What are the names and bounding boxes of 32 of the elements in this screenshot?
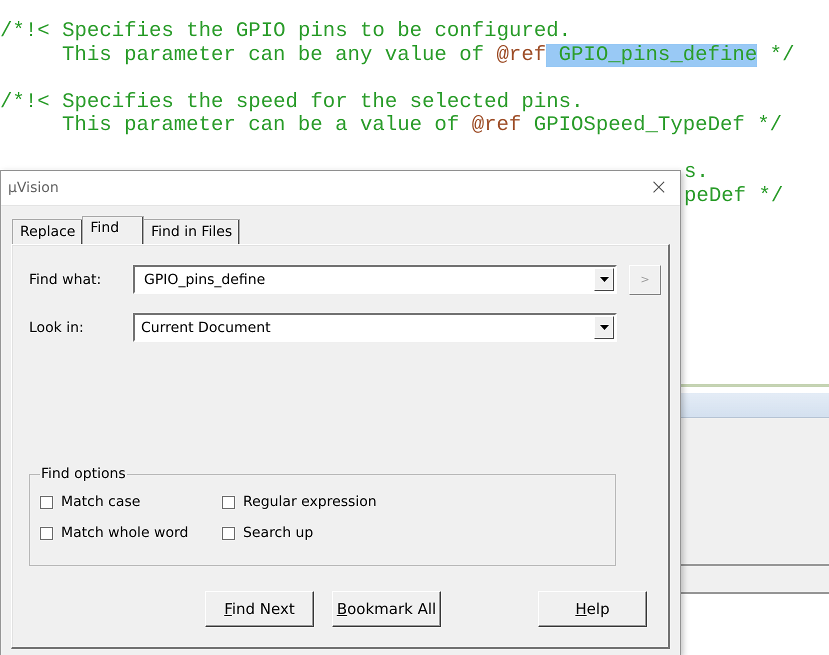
- dialog-button[interactable]: Help: [538, 591, 647, 627]
- code-comment: /*!< Specifies the speed for the selected pins.: [0, 90, 584, 114]
- code-comment: */: [768, 44, 794, 66]
- code-comment: peDef */: [684, 184, 784, 208]
- tab[interactable]: Replace: [12, 219, 84, 244]
- window-title: μVision: [8, 180, 59, 196]
- dropdown-field[interactable]: Current Document: [133, 313, 617, 342]
- checkbox-label: Match whole word: [61, 525, 188, 541]
- dropdown-field[interactable]: GPIO_pins_define: [133, 265, 617, 294]
- checkbox-label: Match case: [61, 494, 140, 510]
- checkbox[interactable]: [40, 496, 53, 508]
- field-label: Look in:: [29, 320, 85, 336]
- code-comment: This parameter can be any value of: [62, 44, 486, 66]
- checkbox-label: Search up: [243, 525, 314, 541]
- tab[interactable]: Find in Files: [143, 219, 240, 244]
- code-comment: GPIOSpeed_TypeDef */: [532, 114, 782, 137]
- dialog-button[interactable]: Bookmark All: [332, 591, 441, 627]
- checkbox[interactable]: [222, 526, 235, 540]
- selected-text: GPIO_pins_define: [546, 44, 758, 66]
- checkbox[interactable]: [40, 526, 53, 540]
- dialog-button[interactable]: Find Next: [205, 591, 314, 627]
- code-comment: s.: [684, 161, 709, 184]
- close-icon[interactable]: ×: [650, 177, 668, 199]
- code-keyword: @ref: [496, 44, 546, 66]
- code-comment: /*!< Specifies the GPIO pins to be configured.: [0, 20, 572, 43]
- checkbox[interactable]: [222, 496, 235, 508]
- code-comment: This parameter can be a value of: [62, 114, 460, 137]
- tab[interactable]: Find: [82, 216, 144, 244]
- field-label: Find what:: [29, 272, 102, 288]
- checkbox-label: Regular expression: [243, 494, 377, 510]
- group-title: Find options: [40, 466, 127, 482]
- code-keyword: @ref: [472, 114, 522, 137]
